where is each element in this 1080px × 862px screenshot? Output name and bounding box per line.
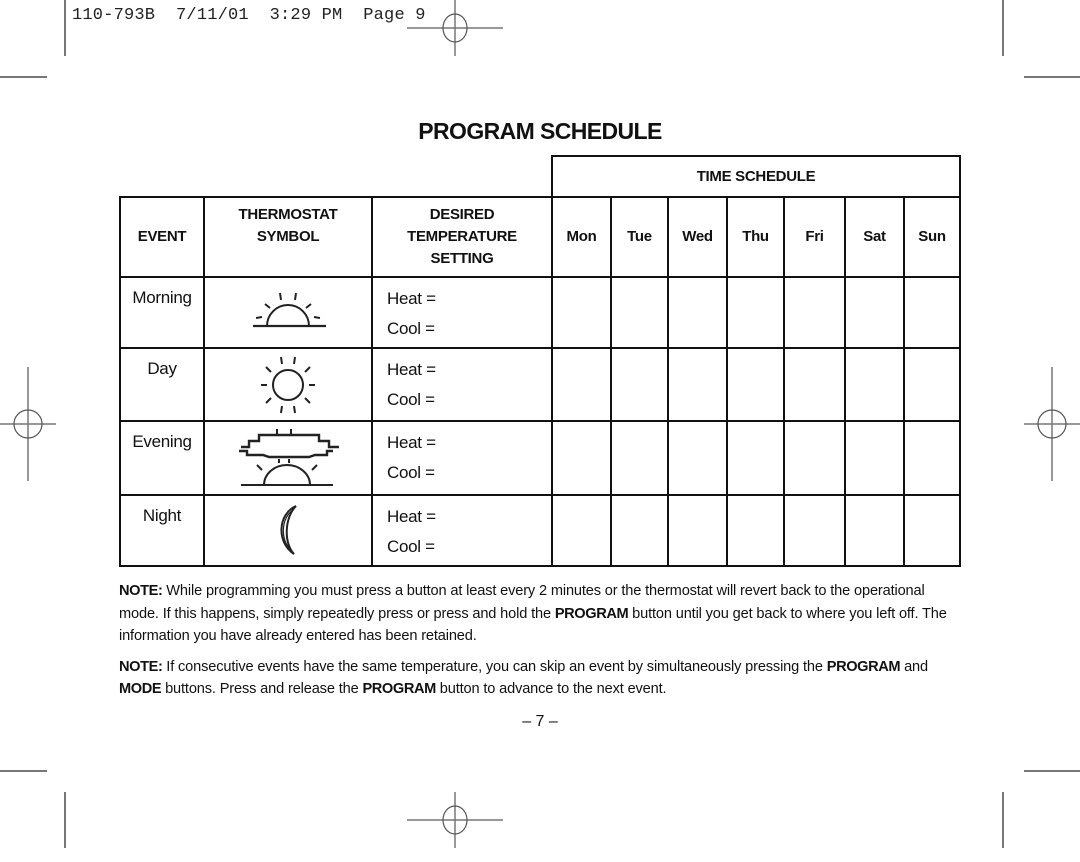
notes-section: NOTE: While programming you must press a… [119, 580, 964, 709]
day-header-sat: Sat [844, 196, 905, 278]
schedule-cell-fri[interactable] [783, 494, 846, 567]
heat-label: Heat = [387, 360, 436, 379]
sunrise-icon [253, 292, 326, 328]
registration-mark-icon [407, 792, 503, 848]
symbol-cell [203, 494, 373, 567]
schedule-cell-thu[interactable] [726, 276, 785, 349]
day-header-wed: Wed [667, 196, 728, 278]
table-row: Evening Heat = Cool = [119, 420, 961, 496]
symbol-cell [203, 347, 373, 422]
heat-label: Heat = [387, 433, 436, 452]
schedule-cell-mon[interactable] [551, 276, 612, 349]
note-text: buttons. Press and release the [161, 681, 363, 697]
schedule-cell-thu[interactable] [726, 347, 785, 422]
temperature-setting: Heat = Cool = [371, 494, 553, 567]
crop-mark [0, 770, 47, 772]
print-slug: 110-793B 7/11/01 3:29 PM Page 9 [72, 6, 426, 25]
temperature-column-header: DESIRED TEMPERATURE SETTING [371, 196, 553, 278]
cool-label: Cool = [387, 319, 435, 338]
event-label: Night [119, 494, 205, 567]
symbol-cell [203, 420, 373, 496]
crop-mark [1002, 0, 1004, 56]
day-header-sun: Sun [903, 196, 961, 278]
schedule-cell-fri[interactable] [783, 276, 846, 349]
schedule-cell-tue[interactable] [610, 420, 669, 496]
schedule-cell-wed[interactable] [667, 276, 728, 349]
page-number: – 7 – [522, 713, 558, 730]
registration-mark-icon [0, 367, 56, 481]
table-row: Day Heat = Cool = [119, 347, 961, 422]
schedule-cell-wed[interactable] [667, 420, 728, 496]
sun-icon [261, 356, 315, 414]
schedule-cell-sat[interactable] [844, 494, 905, 567]
symbol-column-header: THERMOSTAT SYMBOL [203, 196, 373, 278]
heat-label: Heat = [387, 507, 436, 526]
schedule-cell-wed[interactable] [667, 347, 728, 422]
event-label: Evening [119, 420, 205, 496]
schedule-cell-wed[interactable] [667, 494, 728, 567]
button-name: MODE [119, 681, 162, 697]
note-paragraph: NOTE: If consecutive events have the sam… [119, 656, 964, 701]
schedule-cell-sun[interactable] [903, 420, 961, 496]
schedule-cell-fri[interactable] [783, 347, 846, 422]
table-row: Morning Heat = Cool = [119, 276, 961, 349]
note-text: button to advance to the next event. [435, 681, 667, 697]
time-schedule-header: TIME SCHEDULE [551, 155, 961, 198]
schedule-cell-sun[interactable] [903, 347, 961, 422]
day-header-fri: Fri [783, 196, 846, 278]
schedule-cell-tue[interactable] [610, 494, 669, 567]
sunset-cloud-icon [239, 429, 339, 486]
moon-icon [280, 505, 297, 555]
schedule-cell-tue[interactable] [610, 347, 669, 422]
day-header-thu: Thu [726, 196, 785, 278]
schedule-cell-sat[interactable] [844, 420, 905, 496]
temperature-setting: Heat = Cool = [371, 347, 553, 422]
table-row: Night Heat = Cool = [119, 494, 961, 567]
event-label: Morning [119, 276, 205, 349]
schedule-cell-sat[interactable] [844, 347, 905, 422]
crop-mark [0, 76, 47, 78]
button-name: PROGRAM [826, 658, 901, 675]
note-text: If consecutive events have the same temp… [162, 658, 827, 675]
note-label: NOTE: [119, 658, 163, 675]
program-schedule-table: TIME SCHEDULE EVENT THERMOSTAT SYMBOL DES… [119, 155, 961, 567]
crop-mark [1002, 792, 1004, 848]
day-header-tue: Tue [610, 196, 669, 278]
schedule-cell-mon[interactable] [551, 347, 612, 422]
schedule-cell-sat[interactable] [844, 276, 905, 349]
temperature-setting: Heat = Cool = [371, 276, 553, 349]
cool-label: Cool = [387, 390, 435, 409]
registration-mark-icon [1024, 367, 1080, 481]
note-text: and [900, 658, 928, 675]
cool-label: Cool = [387, 463, 435, 482]
symbol-cell [203, 276, 373, 349]
note-paragraph: NOTE: While programming you must press a… [119, 580, 964, 648]
button-name: PROGRAM [554, 605, 629, 622]
event-column-header: EVENT [119, 196, 205, 278]
page-title: PROGRAM SCHEDULE [418, 118, 662, 144]
heat-label: Heat = [387, 289, 436, 308]
schedule-cell-tue[interactable] [610, 276, 669, 349]
temperature-setting: Heat = Cool = [371, 420, 553, 496]
schedule-cell-thu[interactable] [726, 494, 785, 567]
crop-mark [64, 0, 66, 56]
note-label: NOTE: [119, 583, 163, 599]
schedule-cell-mon[interactable] [551, 494, 612, 567]
crop-mark [64, 792, 66, 848]
day-header-mon: Mon [551, 196, 612, 278]
schedule-cell-thu[interactable] [726, 420, 785, 496]
crop-mark [1024, 770, 1080, 772]
cool-label: Cool = [387, 537, 435, 556]
blank-header-space [120, 156, 552, 197]
event-label: Day [119, 347, 205, 422]
schedule-cell-mon[interactable] [551, 420, 612, 496]
schedule-cell-sun[interactable] [903, 494, 961, 567]
crop-mark [1024, 76, 1080, 78]
button-name: PROGRAM [362, 681, 436, 697]
column-header-row: EVENT THERMOSTAT SYMBOL DESIRED TEMPERATUR… [119, 196, 961, 278]
schedule-cell-sun[interactable] [903, 276, 961, 349]
schedule-cell-fri[interactable] [783, 420, 846, 496]
